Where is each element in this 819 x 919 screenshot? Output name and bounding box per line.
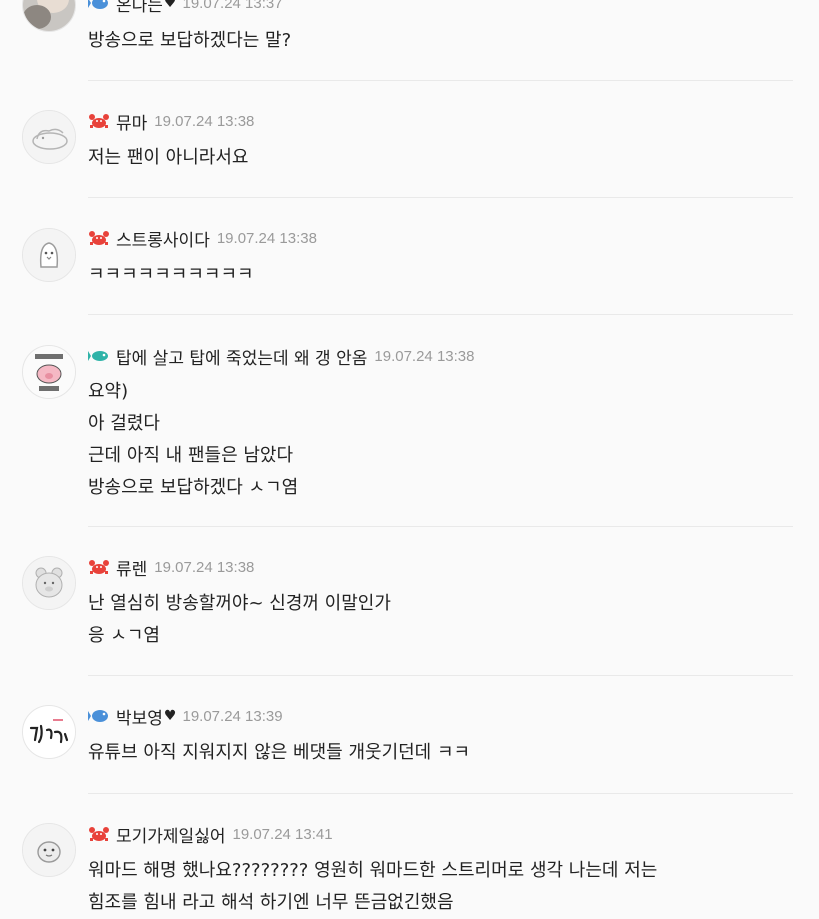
bear-avatar-icon <box>23 557 75 609</box>
nickname[interactable]: 스트롱사이다 <box>116 226 210 251</box>
comment-line: 저는 팬이 아니라서요 <box>88 147 249 168</box>
nickname[interactable]: 류렌 <box>116 555 147 580</box>
comment-line: 근데 아직 내 팬들은 남았다 <box>88 445 294 466</box>
comment-meta: 류렌 19.07.24 13:38 <box>88 555 255 580</box>
timestamp: 19.07.24 13:39 <box>182 707 283 725</box>
comment-text: 요약) 아 걸렸다 근데 아직 내 팬들은 남았다 방송으로 보답하겠다 ㅅㄱ염 <box>88 376 298 504</box>
photo-avatar-icon <box>23 0 75 31</box>
comment-meta: 모기가제일싫어 19.07.24 13:41 <box>88 822 333 847</box>
nickname[interactable]: 박보영 <box>116 704 163 729</box>
heart-icon: ♥ <box>163 708 177 724</box>
comment-text: 유튜브 아직 지워지지 않은 베댓들 개웃기던데 ㅋㅋ <box>88 737 470 769</box>
comment-line: 유튜브 아직 지워지지 않은 베댓들 개웃기던데 ㅋㅋ <box>88 742 471 763</box>
user-avatar[interactable] <box>22 0 76 32</box>
timestamp: 19.07.24 13:38 <box>154 112 255 130</box>
animal-avatar-icon <box>23 111 75 163</box>
comment-line: 요약) <box>88 381 129 402</box>
comment-text: 저는 팬이 아니라서요 <box>88 142 248 174</box>
comment-line: 방송으로 보답하겠다는 말? <box>88 30 292 51</box>
divider <box>88 526 793 527</box>
user-avatar[interactable] <box>22 705 76 759</box>
comment-meta: 뮤마 19.07.24 13:38 <box>88 109 255 134</box>
timestamp: 19.07.24 13:38 <box>154 558 255 576</box>
comment-text: 워마드 해명 했나요???????? 영원히 워마드한 스트리머로 생각 나는데… <box>88 855 657 919</box>
comment-line: 난 열심히 방송할꺼야~ 신경꺼 이말인가 <box>88 593 391 614</box>
divider <box>88 675 793 676</box>
user-avatar[interactable] <box>22 228 76 282</box>
user-avatar[interactable] <box>22 345 76 399</box>
comment-line: 힘조를 힘내 라고 해석 하기엔 너무 뜬금없긴했음 <box>88 892 454 913</box>
nickname[interactable]: 온다는 <box>116 0 163 16</box>
divider <box>88 793 793 794</box>
comment-text: 난 열심히 방송할꺼야~ 신경꺼 이말인가 응 ㅅㄱ염 <box>88 588 391 652</box>
user-avatar[interactable] <box>22 823 76 877</box>
user-avatar[interactable] <box>22 556 76 610</box>
crab-icon <box>88 228 110 248</box>
comment-line: 방송으로 보답하겠다 ㅅㄱ염 <box>88 477 299 498</box>
animal-avatar-icon <box>23 824 75 876</box>
divider <box>88 314 793 315</box>
calligraphy-avatar-icon <box>23 706 75 758</box>
comment-line: 응 ㅅㄱ염 <box>88 625 160 646</box>
comment-meta: 온다는 ♥ 19.07.24 13:37 <box>88 0 283 16</box>
timestamp: 19.07.24 13:38 <box>216 229 317 247</box>
nickname[interactable]: 탑에 살고 탑에 죽었는데 왜 갱 안옴 <box>116 344 367 369</box>
fish-blue-icon <box>88 0 110 13</box>
comment-line: 아 걸렸다 <box>88 413 160 434</box>
timestamp: 19.07.24 13:37 <box>182 0 283 12</box>
crab-icon <box>88 111 110 131</box>
crab-icon <box>88 557 110 577</box>
penguin-avatar-icon <box>23 229 75 281</box>
comment-meta: 스트롱사이다 19.07.24 13:38 <box>88 226 317 251</box>
nickname[interactable]: 모기가제일싫어 <box>116 822 225 847</box>
comment-text: ㅋㅋㅋㅋㅋㅋㅋㅋㅋㅋ <box>88 259 254 291</box>
comment-text: 방송으로 보답하겠다는 말? <box>88 25 291 57</box>
pig-avatar-icon <box>23 346 75 398</box>
comment-line: ㅋㅋㅋㅋㅋㅋㅋㅋㅋㅋ <box>88 264 254 285</box>
heart-icon: ♥ <box>163 0 177 11</box>
fish-blue-icon <box>88 706 110 726</box>
fish-teal-icon <box>88 346 110 366</box>
nickname[interactable]: 뮤마 <box>116 109 147 134</box>
crab-icon <box>88 824 110 844</box>
comment-line: 워마드 해명 했나요???????? 영원히 워마드한 스트리머로 생각 나는데… <box>88 860 658 881</box>
divider <box>88 80 793 81</box>
comment-meta: 탑에 살고 탑에 죽었는데 왜 갱 안옴 19.07.24 13:38 <box>88 344 475 369</box>
timestamp: 19.07.24 13:38 <box>374 347 475 365</box>
comment-meta: 박보영 ♥ 19.07.24 13:39 <box>88 704 283 729</box>
divider <box>88 197 793 198</box>
timestamp: 19.07.24 13:41 <box>232 825 333 843</box>
user-avatar[interactable] <box>22 110 76 164</box>
